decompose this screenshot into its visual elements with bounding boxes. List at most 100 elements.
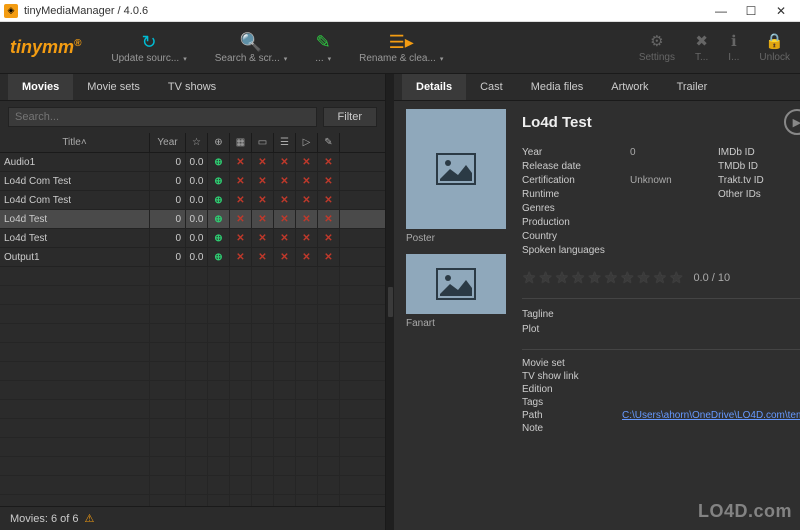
panel-divider[interactable] <box>386 74 394 530</box>
tab-movies[interactable]: Movies <box>8 74 73 100</box>
table-row[interactable]: Output100.0⊕✕✕✕✕✕ <box>0 248 385 267</box>
movies-panel: Movies Movie sets TV shows Filter Title˄… <box>0 74 386 530</box>
empty-row <box>0 476 385 495</box>
tab-movie-sets[interactable]: Movie sets <box>73 74 154 100</box>
tags-label: Tags <box>522 397 622 408</box>
tab-media-files[interactable]: Media files <box>517 74 598 100</box>
year-value: 0 <box>630 147 710 158</box>
tmdb-id-label: TMDb ID <box>718 161 798 172</box>
cell-plus: ⊕ <box>208 172 230 190</box>
tab-tv-shows[interactable]: TV shows <box>154 74 230 100</box>
empty-row <box>0 267 385 286</box>
col-year[interactable]: Year <box>150 133 186 152</box>
empty-row <box>0 457 385 476</box>
cell-rating: 0.0 <box>186 191 208 209</box>
empty-row <box>0 286 385 305</box>
cell-flag1: ✕ <box>230 229 252 247</box>
genres-label: Genres <box>522 203 622 214</box>
cell-flag5: ✕ <box>318 153 340 171</box>
warning-icon: ⚠ <box>84 512 94 525</box>
edition-label: Edition <box>522 384 622 395</box>
col-play-icon[interactable]: ▷ <box>296 133 318 152</box>
movie-count: Movies: 6 of 6 <box>10 513 78 525</box>
empty-row <box>0 324 385 343</box>
fanart-thumbnail[interactable] <box>406 254 506 314</box>
cell-flag2: ✕ <box>252 191 274 209</box>
table-row[interactable]: Audio100.0⊕✕✕✕✕✕ <box>0 153 385 172</box>
search-scrape-button[interactable]: 🔍 Search & scr... <box>215 31 288 64</box>
tagline-label: Tagline <box>522 309 800 320</box>
certification-label: Certification <box>522 175 622 186</box>
poster-thumbnail[interactable] <box>406 109 506 229</box>
play-button[interactable]: ▶ <box>784 109 800 135</box>
movie-set-label: Movie set <box>522 358 622 369</box>
cell-flag4: ✕ <box>296 172 318 190</box>
cell-flag5: ✕ <box>318 191 340 209</box>
empty-row <box>0 438 385 457</box>
table-row[interactable]: Lo4d Com Test00.0⊕✕✕✕✕✕ <box>0 191 385 210</box>
empty-row <box>0 495 385 506</box>
tools-button[interactable]: ✖T... <box>695 32 708 63</box>
cell-year: 0 <box>150 248 186 266</box>
tab-artwork[interactable]: Artwork <box>597 74 662 100</box>
cell-rating: 0.0 <box>186 210 208 228</box>
tab-trailer[interactable]: Trailer <box>663 74 722 100</box>
col-card-icon[interactable]: ▭ <box>252 133 274 152</box>
col-title[interactable]: Title˄ <box>0 133 150 152</box>
tab-details[interactable]: Details <box>402 74 466 100</box>
cell-year: 0 <box>150 191 186 209</box>
update-sources-button[interactable]: ↻ Update sourc... <box>111 31 186 64</box>
maximize-button[interactable]: ☐ <box>736 1 766 21</box>
cell-flag1: ✕ <box>230 172 252 190</box>
cell-title: Lo4d Com Test <box>0 191 150 209</box>
movies-grid: Title˄ Year ☆ ⊕ ▦ ▭ ☰ ▷ ✎ Audio100.0⊕✕✕✕… <box>0 133 385 506</box>
settings-button[interactable]: ⚙Settings <box>639 32 675 63</box>
cell-flag1: ✕ <box>230 191 252 209</box>
left-tabbar: Movies Movie sets TV shows <box>0 74 385 101</box>
image-placeholder-icon <box>436 268 476 300</box>
rename-clean-button[interactable]: ☰▸ Rename & clea... <box>359 31 443 64</box>
col-image-icon[interactable]: ▦ <box>230 133 252 152</box>
info-button[interactable]: ℹI... <box>728 32 739 63</box>
movie-title: Lo4d Test <box>522 114 592 131</box>
col-wrench-icon[interactable]: ✎ <box>318 133 340 152</box>
table-row[interactable]: Lo4d Test00.0⊕✕✕✕✕✕ <box>0 229 385 248</box>
path-link[interactable]: C:\Users\ahorn\OneDrive\LO4D.com\temp <box>622 410 800 421</box>
unlock-button[interactable]: 🔒Unlock <box>759 32 790 63</box>
country-label: Country <box>522 231 622 242</box>
empty-row <box>0 343 385 362</box>
cell-flag3: ✕ <box>274 229 296 247</box>
trakt-id-label: Trakt.tv ID <box>718 175 798 186</box>
imdb-id-label: IMDb ID <box>718 147 798 158</box>
cell-flag4: ✕ <box>296 191 318 209</box>
cell-flag1: ✕ <box>230 153 252 171</box>
col-plus-icon[interactable]: ⊕ <box>208 133 230 152</box>
plot-label: Plot <box>522 324 800 335</box>
edit-button[interactable]: ✎ ... <box>315 31 331 64</box>
cell-flag5: ✕ <box>318 172 340 190</box>
col-star-icon[interactable]: ☆ <box>186 133 208 152</box>
details-panel: Details Cast Media files Artwork Trailer… <box>394 74 800 530</box>
cell-title: Audio1 <box>0 153 150 171</box>
search-input[interactable] <box>8 107 317 127</box>
cell-flag3: ✕ <box>274 248 296 266</box>
cell-flag3: ✕ <box>274 172 296 190</box>
table-row[interactable]: Lo4d Com Test00.0⊕✕✕✕✕✕ <box>0 172 385 191</box>
table-row[interactable]: Lo4d Test00.0⊕✕✕✕✕✕ <box>0 210 385 229</box>
cell-flag1: ✕ <box>230 210 252 228</box>
year-label: Year <box>522 147 622 158</box>
empty-row <box>0 400 385 419</box>
cell-rating: 0.0 <box>186 248 208 266</box>
cell-flag2: ✕ <box>252 248 274 266</box>
col-cc-icon[interactable]: ☰ <box>274 133 296 152</box>
minimize-button[interactable]: — <box>706 1 736 21</box>
note-label: Note <box>522 423 622 434</box>
app-icon: ◈ <box>4 4 18 18</box>
certification-value: Unknown <box>630 175 710 186</box>
cell-flag2: ✕ <box>252 210 274 228</box>
cell-flag4: ✕ <box>296 248 318 266</box>
cell-flag4: ✕ <box>296 229 318 247</box>
close-button[interactable]: ✕ <box>766 1 796 21</box>
filter-button[interactable]: Filter <box>323 107 377 127</box>
tab-cast[interactable]: Cast <box>466 74 517 100</box>
